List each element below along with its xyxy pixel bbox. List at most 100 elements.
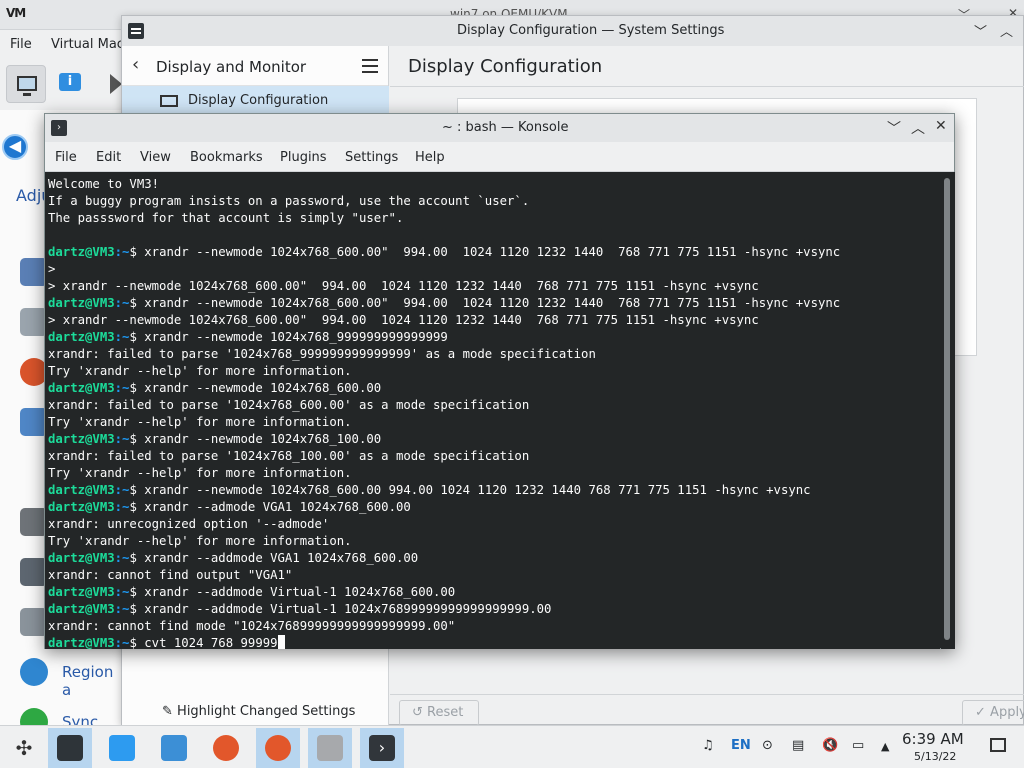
application-launcher[interactable]: ✣ — [2, 728, 46, 768]
keyboard-layout-indicator[interactable]: EN — [731, 738, 751, 753]
reset-icon: ↺ — [412, 705, 423, 720]
scrollbar-thumb[interactable] — [944, 178, 950, 640]
task-virt-manager[interactable] — [308, 728, 352, 768]
menu-plugins[interactable]: Plugins — [280, 150, 327, 165]
output-text: Try 'xrandr --help' for more information… — [48, 364, 352, 378]
menu-file[interactable]: File — [10, 37, 32, 52]
prompt-sigil: $ — [129, 483, 145, 497]
show-console-button[interactable] — [6, 65, 46, 103]
close-icon[interactable]: ✕ — [935, 118, 947, 134]
terminal-output-line: > xrandr --newmode 1024x768_600.00" 994.… — [48, 278, 940, 295]
prompt-user: dartz@VM3 — [48, 551, 115, 565]
menu-view[interactable]: View — [140, 150, 171, 165]
menu-help[interactable]: Help — [415, 150, 445, 165]
updates-icon[interactable]: ⊙ — [762, 738, 773, 753]
clipboard-icon[interactable]: ▤ — [792, 738, 804, 753]
back-chevron-icon[interactable]: ‹ — [132, 54, 139, 75]
konsole-menubar: File Edit View Bookmarks Plugins Setting… — [45, 142, 954, 172]
terminal-output-line: xrandr: failed to parse '1024x768_600.00… — [48, 397, 940, 414]
output-text: > xrandr --newmode 1024x768_600.00" 994.… — [48, 313, 759, 327]
back-arrow-icon[interactable]: ◀ — [2, 134, 28, 160]
prompt-path: :~ — [114, 500, 130, 514]
menu-bookmarks[interactable]: Bookmarks — [190, 150, 263, 165]
terminal-command-line: dartz@VM3:~$ xrandr --addmode Virtual-1 … — [48, 601, 940, 618]
firefox-icon — [265, 735, 291, 761]
prompt-user: dartz@VM3 — [48, 296, 115, 310]
task-firefox[interactable] — [204, 728, 248, 768]
menu-edit[interactable]: Edit — [96, 150, 121, 165]
command-text: xrandr --addmode Virtual-1 1024x76899999… — [144, 602, 552, 616]
terminal-command-line: dartz@VM3:~$ xrandr --newmode 1024x768_6… — [48, 482, 940, 499]
clock-time[interactable]: 6:39 AM — [902, 730, 964, 748]
check-icon: ✓ — [975, 705, 986, 720]
task-system-settings[interactable] — [48, 728, 92, 768]
konsole-titlebar: › ~ : bash — Konsole ﹀ ︿ ✕ — [45, 114, 954, 142]
prompt-sigil: $ — [129, 500, 145, 514]
prompt-user: dartz@VM3 — [48, 432, 115, 446]
apply-button[interactable]: ✓ Apply — [962, 700, 1024, 726]
apply-label: Apply — [990, 705, 1024, 720]
terminal-command-line: dartz@VM3:~$ xrandr --addmode VGA1 1024x… — [48, 550, 940, 567]
pencil-icon: ✎ — [162, 704, 173, 719]
prompt-path: :~ — [114, 245, 130, 259]
sidebar-item-display-configuration[interactable]: Display Configuration — [122, 86, 389, 116]
command-text: cvt 1024 768 99999 — [144, 636, 278, 649]
minimize-icon[interactable]: ﹀ — [974, 21, 987, 40]
output-text: xrandr: failed to parse '1024x768_100.00… — [48, 449, 530, 463]
terminal-output-line: > xrandr --newmode 1024x768_600.00" 994.… — [48, 312, 940, 329]
task-konsole[interactable]: › — [360, 728, 404, 768]
output-text: xrandr: failed to parse '1024x768_999999… — [48, 347, 596, 361]
maximize-icon[interactable]: ︿ — [1000, 21, 1013, 40]
reset-button[interactable]: ↺ Reset — [399, 700, 479, 726]
prompt-sigil: $ — [129, 296, 145, 310]
terminal-command-line: dartz@VM3:~$ xrandr --admode VGA1 1024x7… — [48, 499, 940, 516]
tray-expand-icon[interactable]: ▲ — [881, 740, 889, 753]
terminal-output-line: xrandr: unrecognized option '--admode' — [48, 516, 940, 533]
sidebar-item-label: Display Configuration — [188, 93, 329, 108]
notifications-bell-icon[interactable]: ♫ — [702, 738, 714, 753]
terminal-command-line: dartz@VM3:~$ xrandr --newmode 1024x768_1… — [48, 431, 940, 448]
show-details-button[interactable]: i — [50, 65, 90, 103]
network-icon[interactable]: ▭ — [852, 738, 864, 753]
prompt-user: dartz@VM3 — [48, 483, 115, 497]
command-text: xrandr --newmode 1024x768_600.00" 994.00… — [144, 245, 841, 259]
prompt-path: :~ — [114, 432, 130, 446]
prompt-sigil: $ — [129, 636, 145, 649]
terminal-output-line: Try 'xrandr --help' for more information… — [48, 414, 940, 431]
minimize-icon[interactable]: ﹀ — [887, 118, 901, 138]
task-firefox-2[interactable] — [256, 728, 300, 768]
settings-app-icon — [128, 23, 144, 39]
terminal-output-line: xrandr: failed to parse '1024x768_999999… — [48, 346, 940, 363]
terminal-scrollbar[interactable] — [941, 172, 955, 649]
terminal-output-line: The passsword for that account is simply… — [48, 210, 940, 227]
output-text: Try 'xrandr --help' for more information… — [48, 466, 352, 480]
info-icon: i — [59, 73, 81, 91]
command-text: xrandr --admode VGA1 1024x768_600.00 — [144, 500, 411, 514]
task-discover[interactable] — [100, 728, 144, 768]
show-desktop-icon[interactable] — [990, 738, 1006, 752]
volume-muted-icon[interactable]: 🔇 — [822, 738, 838, 753]
page-title: Display Configuration — [408, 56, 603, 77]
prompt-user: dartz@VM3 — [48, 602, 115, 616]
prompt-user: dartz@VM3 — [48, 500, 115, 514]
konsole-app-icon: › — [51, 120, 67, 136]
prompt-path: :~ — [114, 330, 130, 344]
terminal-output[interactable]: Welcome to VM3! If a buggy program insist… — [45, 172, 940, 649]
globe-icon — [20, 658, 48, 686]
output-text: > xrandr --newmode 1024x768_600.00" 994.… — [48, 279, 759, 293]
hamburger-menu-icon[interactable] — [362, 59, 378, 73]
konsole-window: › ~ : bash — Konsole ﹀ ︿ ✕ File Edit Vie… — [44, 113, 955, 649]
output-text: xrandr: failed to parse '1024x768_600.00… — [48, 398, 530, 412]
command-text: xrandr --newmode 1024x768_99999999999999… — [144, 330, 448, 344]
menu-file[interactable]: File — [55, 150, 77, 165]
highlight-changed-settings-button[interactable]: ✎ Highlight Changed Settings — [162, 704, 355, 719]
region-link[interactable]: Region a — [62, 663, 122, 699]
maximize-icon[interactable]: ︿ — [911, 118, 925, 138]
task-dolphin[interactable] — [152, 728, 196, 768]
prompt-path: :~ — [114, 636, 130, 649]
clock-date[interactable]: 5/13/22 — [914, 750, 956, 763]
terminal-output-line: xrandr: failed to parse '1024x768_100.00… — [48, 448, 940, 465]
menu-virtual-machine[interactable]: Virtual Mac — [51, 37, 124, 52]
menu-settings[interactable]: Settings — [345, 150, 398, 165]
